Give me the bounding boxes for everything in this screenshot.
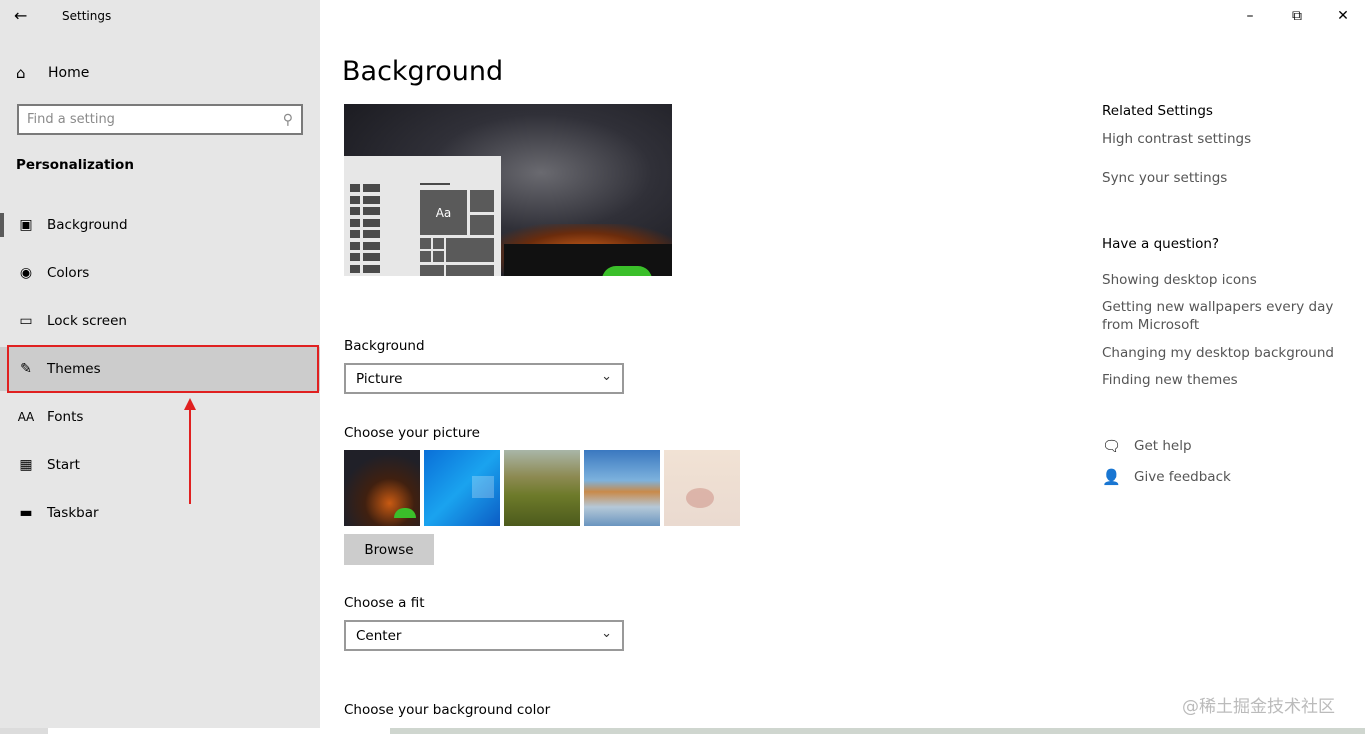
close-icon[interactable]: ✕ (1333, 6, 1353, 26)
preview-tile (433, 251, 444, 262)
fit-dropdown[interactable]: Center ⌄ (344, 620, 624, 651)
preview-tile (446, 265, 494, 276)
watermark: @稀土掘金技术社区 (1182, 697, 1335, 717)
arrow-left-icon[interactable]: ← (14, 6, 34, 26)
search-box[interactable]: ⚲ (17, 104, 303, 135)
sidebar: ← Settings ⌂ Home ⚲ Personalization ▣ Ba… (0, 0, 320, 734)
changing-background-link[interactable]: Changing my desktop background (1102, 344, 1342, 362)
picture-thumbnail[interactable] (584, 450, 660, 526)
sidebar-item-label: Lock screen (47, 313, 127, 329)
page-title: Background (342, 56, 504, 87)
preview-tile (420, 251, 431, 262)
choose-picture-label: Choose your picture (344, 425, 480, 441)
sidebar-item-label: Colors (47, 265, 90, 281)
browse-button[interactable]: Browse (344, 534, 434, 565)
search-icon[interactable]: ⚲ (283, 112, 293, 128)
highlight-box (7, 345, 319, 393)
picture-thumbnail[interactable] (424, 450, 500, 526)
related-settings-title: Related Settings (1102, 103, 1213, 119)
new-wallpapers-link[interactable]: Getting new wallpapers every day from Mi… (1102, 298, 1342, 334)
sync-settings-link[interactable]: Sync your settings (1102, 169, 1342, 187)
give-feedback-link[interactable]: Give feedback (1134, 469, 1231, 485)
picture-icon: ▣ (19, 217, 33, 233)
home-label: Home (48, 65, 90, 81)
picture-thumbnails (344, 450, 740, 526)
minimize-icon[interactable]: – (1240, 6, 1260, 26)
background-dropdown[interactable]: Picture ⌄ (344, 363, 624, 394)
get-help-link[interactable]: Get help (1134, 438, 1192, 454)
showing-desktop-icons-link[interactable]: Showing desktop icons (1102, 271, 1342, 289)
palette-icon: ◉ (19, 265, 33, 281)
sidebar-item-label: Start (47, 457, 80, 473)
app-title: Settings (62, 9, 112, 23)
preview-tile (470, 215, 494, 235)
background-dropdown-value: Picture (356, 370, 403, 387)
question-title: Have a question? (1102, 236, 1220, 252)
fit-label: Choose a fit (344, 595, 425, 611)
lock-screen-icon: ▭ (19, 313, 33, 329)
picture-thumbnail[interactable] (344, 450, 420, 526)
preview-tent (602, 266, 652, 276)
home-icon: ⌂ (16, 64, 26, 82)
preview-window: Aa (344, 156, 501, 276)
get-help-icon: 🗨 (1102, 437, 1122, 455)
annotation-arrow (189, 408, 191, 504)
taskbar-icon: ▬ (19, 505, 33, 521)
fit-dropdown-value: Center (356, 627, 402, 644)
sidebar-item-label: Fonts (47, 409, 84, 425)
preview-tiles: Aa (420, 186, 494, 276)
home-link[interactable]: ⌂ Home (16, 64, 89, 82)
restore-icon[interactable]: ⧉ (1287, 6, 1307, 26)
sidebar-item-colors[interactable]: ◉ Colors (0, 251, 320, 295)
chevron-down-icon: ⌄ (601, 369, 612, 384)
high-contrast-link[interactable]: High contrast settings (1102, 130, 1342, 148)
preview-tile (433, 238, 444, 249)
bottom-strip (0, 728, 1365, 734)
preview-tile (446, 238, 494, 262)
picture-thumbnail[interactable] (504, 450, 580, 526)
sidebar-item-label: Background (47, 217, 128, 233)
feedback-icon: 👤 (1102, 468, 1121, 486)
preview-bar (420, 183, 450, 185)
sidebar-item-background[interactable]: ▣ Background (0, 203, 320, 247)
background-label: Background (344, 338, 425, 354)
sidebar-item-lock-screen[interactable]: ▭ Lock screen (0, 299, 320, 343)
background-preview: Aa (344, 104, 672, 276)
sidebar-item-label: Taskbar (47, 505, 99, 521)
finding-themes-link[interactable]: Finding new themes (1102, 371, 1342, 389)
section-title: Personalization (16, 157, 134, 173)
chevron-down-icon: ⌄ (601, 626, 612, 641)
search-input[interactable] (27, 112, 283, 127)
picture-thumbnail[interactable] (664, 450, 740, 526)
preview-tile (470, 190, 494, 212)
preview-menu-lines (350, 184, 380, 276)
sidebar-item-taskbar[interactable]: ▬ Taskbar (0, 491, 320, 535)
preview-tile (420, 238, 431, 249)
background-color-label: Choose your background color (344, 702, 551, 718)
preview-tile-aa: Aa (420, 190, 467, 235)
sidebar-item-start[interactable]: ▦ Start (0, 443, 320, 487)
preview-tile (420, 265, 444, 276)
start-icon: ▦ (19, 457, 33, 473)
sidebar-item-fonts[interactable]: AА Fonts (0, 395, 320, 439)
fonts-icon: AА (17, 410, 35, 424)
